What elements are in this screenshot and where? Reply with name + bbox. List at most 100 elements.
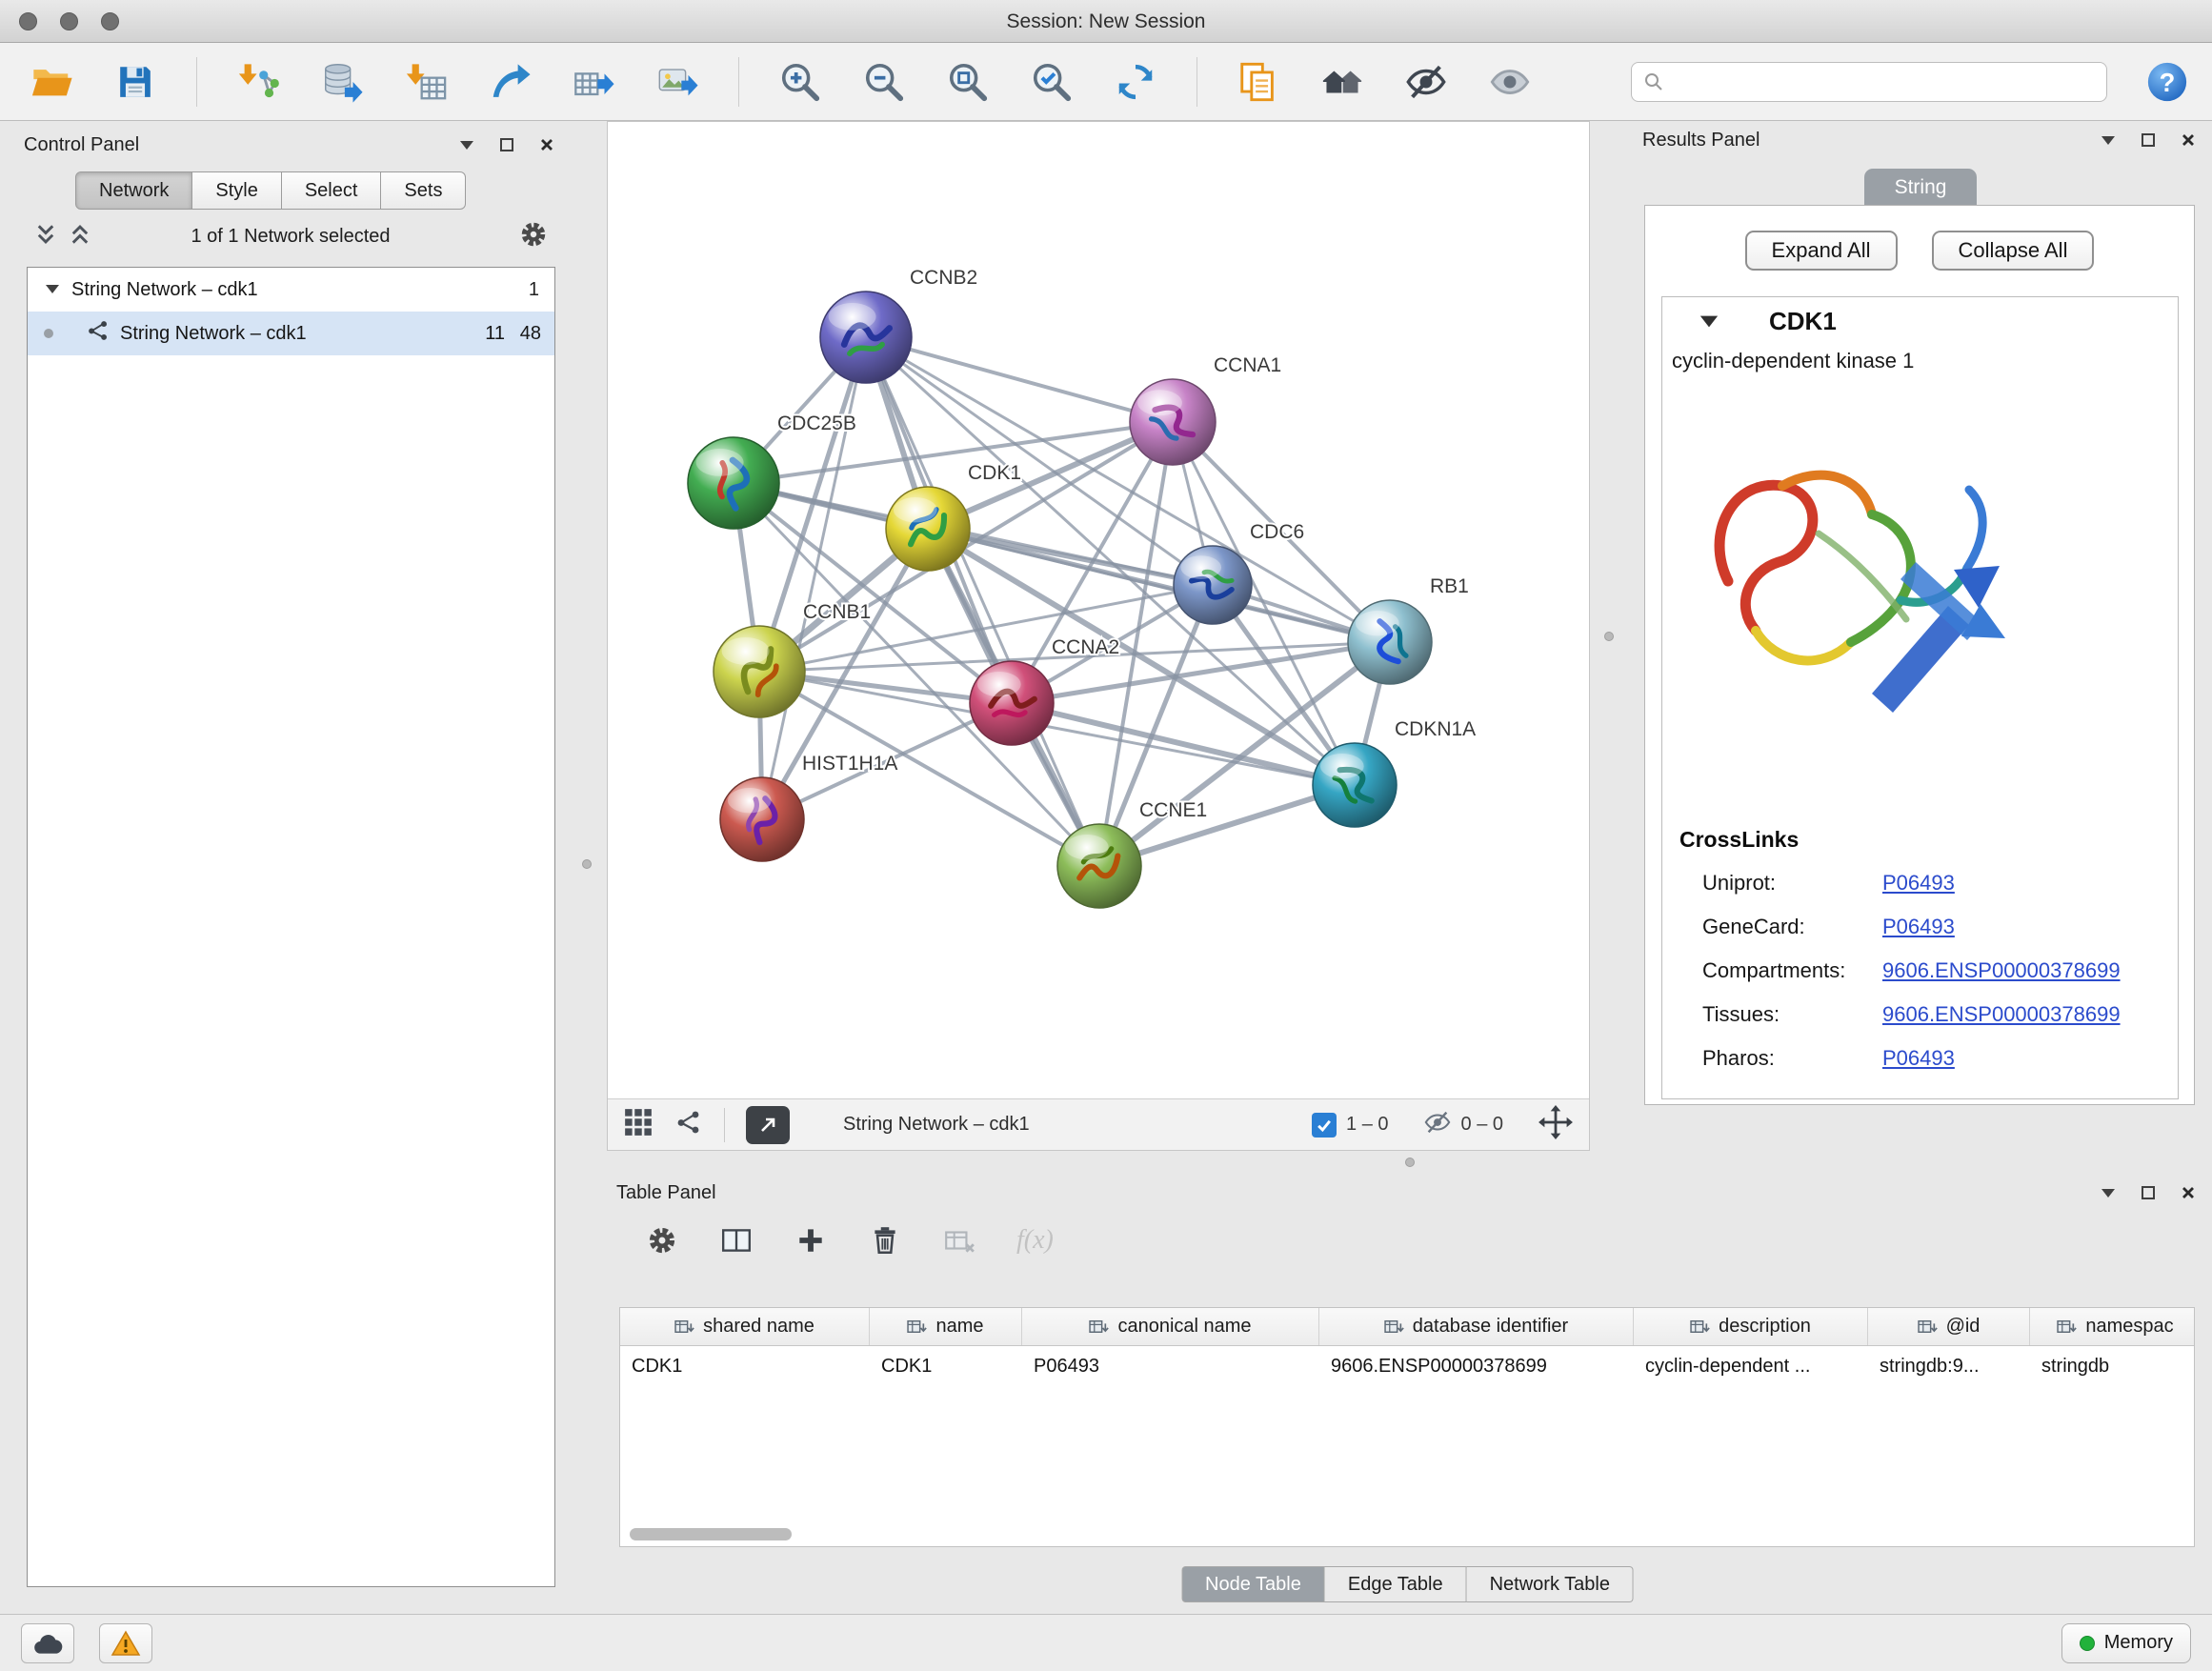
share-network-icon[interactable]: [674, 1108, 703, 1141]
collapse-all-button[interactable]: Collapse All: [1932, 231, 2095, 271]
hide-selected-button[interactable]: [1403, 55, 1449, 109]
open-session-button[interactable]: [29, 55, 74, 109]
import-table-button[interactable]: [403, 55, 449, 109]
table-cell[interactable]: stringdb:9...: [1868, 1356, 2030, 1378]
horizontal-splitter-handle[interactable]: [1405, 1158, 1415, 1167]
protein-section-header[interactable]: CDK1: [1662, 297, 2178, 345]
table-cell[interactable]: P06493: [1022, 1356, 1319, 1378]
network-node-hist1h1a[interactable]: HIST1H1A: [720, 753, 897, 861]
float-panel-icon[interactable]: [2138, 130, 2159, 151]
minimize-window-button[interactable]: [60, 12, 78, 30]
maximize-window-button[interactable]: [101, 12, 119, 30]
table-row[interactable]: CDK1 CDK1 P06493 9606.ENSP00000378699 cy…: [620, 1346, 2194, 1386]
refresh-layout-button[interactable]: [1113, 55, 1158, 109]
vertical-splitter-handle[interactable]: [1604, 632, 1614, 641]
column-header-id[interactable]: @id: [1868, 1308, 2030, 1345]
network-node-cdkn1a[interactable]: CDKN1A: [1313, 718, 1476, 827]
network-node-ccne1[interactable]: CCNE1: [1057, 799, 1207, 908]
open-in-new-window-button[interactable]: [746, 1106, 790, 1144]
expand-all-button[interactable]: Expand All: [1745, 231, 1898, 271]
crosslink-value-link[interactable]: P06493: [1882, 871, 1955, 896]
column-header-namespace[interactable]: namespac: [2030, 1308, 2195, 1345]
selected-checkbox[interactable]: [1312, 1113, 1337, 1137]
column-header-description[interactable]: description: [1634, 1308, 1868, 1345]
panel-menu-icon[interactable]: [2098, 130, 2119, 151]
table-cell[interactable]: cyclin-dependent ...: [1634, 1356, 1868, 1378]
crosslink-label: Tissues:: [1702, 1002, 1882, 1027]
disclosure-triangle-icon[interactable]: [45, 279, 60, 301]
tab-style[interactable]: Style: [192, 171, 281, 210]
memory-button[interactable]: Memory: [2061, 1623, 2191, 1663]
close-panel-icon[interactable]: [2178, 1182, 2199, 1203]
crosslink-value-link[interactable]: P06493: [1882, 915, 1955, 939]
float-panel-icon[interactable]: [496, 134, 517, 155]
network-node-ccnb1[interactable]: CCNB1: [714, 601, 871, 717]
close-panel-icon[interactable]: [536, 134, 557, 155]
zoom-selected-button[interactable]: [1029, 55, 1075, 109]
warnings-button[interactable]: [99, 1623, 152, 1663]
tab-network-table[interactable]: Network Table: [1467, 1566, 1634, 1602]
delete-column-trash-icon[interactable]: [868, 1223, 902, 1258]
network-node-ccnb2[interactable]: CCNB2: [820, 267, 977, 383]
crosslink-value-link[interactable]: 9606.ENSP00000378699: [1882, 958, 2121, 983]
table-options-gear-icon[interactable]: [645, 1223, 679, 1258]
network-node-rb1[interactable]: RB1: [1348, 575, 1469, 684]
birdseye-grid-icon[interactable]: [623, 1107, 654, 1142]
tab-network[interactable]: Network: [75, 171, 192, 210]
crosslink-value-link[interactable]: 9606.ENSP00000378699: [1882, 1002, 2121, 1027]
table-cell[interactable]: stringdb: [2030, 1356, 2195, 1378]
tab-select[interactable]: Select: [282, 171, 382, 210]
table-cell[interactable]: 9606.ENSP00000378699: [1319, 1356, 1634, 1378]
network-collection-row[interactable]: String Network – cdk1 1: [28, 268, 554, 312]
network-row-selected[interactable]: String Network – cdk1 11 48: [28, 312, 554, 355]
export-image-button[interactable]: [654, 55, 700, 109]
tab-node-table[interactable]: Node Table: [1181, 1566, 1325, 1602]
expand-all-icon[interactable]: [68, 222, 92, 252]
main-toolbar: ?: [0, 43, 2212, 121]
float-panel-icon[interactable]: [2138, 1182, 2159, 1203]
table-cell[interactable]: CDK1: [870, 1356, 1022, 1378]
close-panel-icon[interactable]: [2178, 130, 2199, 151]
table-cell[interactable]: CDK1: [620, 1356, 870, 1378]
first-neighbors-button[interactable]: [1319, 55, 1365, 109]
network-options-gear-icon[interactable]: [519, 220, 548, 253]
network-canvas[interactable]: CCNB2CCNA1CDC25BCDK1CDC6RB1CCNB1CCNA2CDK…: [608, 122, 1591, 1100]
crosslink-value-link[interactable]: P06493: [1882, 1046, 1955, 1071]
show-columns-icon[interactable]: [719, 1223, 754, 1258]
horizontal-scrollbar-thumb[interactable]: [630, 1528, 792, 1540]
disclosure-triangle-icon[interactable]: [1699, 313, 1719, 330]
column-header-name[interactable]: name: [870, 1308, 1022, 1345]
hidden-eye-slash-icon[interactable]: [1423, 1108, 1452, 1141]
help-button[interactable]: ?: [2145, 60, 2189, 104]
panel-menu-icon[interactable]: [2098, 1182, 2119, 1203]
import-network-from-database-button[interactable]: [319, 55, 365, 109]
tab-edge-table[interactable]: Edge Table: [1325, 1566, 1467, 1602]
network-node-label: CCNB1: [803, 601, 871, 623]
column-header-shared-name[interactable]: shared name: [620, 1308, 870, 1345]
save-session-button[interactable]: [112, 55, 158, 109]
show-all-button[interactable]: [1487, 55, 1533, 109]
import-network-from-file-button[interactable]: [235, 55, 281, 109]
network-node-cdk1[interactable]: CDK1: [886, 462, 1021, 571]
panel-menu-icon[interactable]: [456, 134, 477, 155]
new-network-from-selection-button[interactable]: [487, 55, 533, 109]
column-header-canonical-name[interactable]: canonical name: [1022, 1308, 1319, 1345]
import-table-icon: [404, 60, 448, 104]
collapse-all-icon[interactable]: [33, 222, 58, 252]
results-tab-string[interactable]: String: [1864, 169, 1977, 207]
zoom-out-button[interactable]: [861, 55, 907, 109]
control-panel-header: Control Panel: [14, 126, 567, 164]
zoom-in-button[interactable]: [777, 55, 823, 109]
cloud-button[interactable]: [21, 1623, 74, 1663]
column-header-database-identifier[interactable]: database identifier: [1319, 1308, 1634, 1345]
close-window-button[interactable]: [19, 12, 37, 30]
export-table-button[interactable]: [571, 55, 616, 109]
network-node-ccna1[interactable]: CCNA1: [1130, 354, 1281, 465]
search-input[interactable]: [1672, 70, 2095, 92]
zoom-fit-button[interactable]: [945, 55, 991, 109]
add-column-icon[interactable]: [794, 1223, 828, 1258]
copy-view-button[interactable]: [1236, 55, 1281, 109]
pan-crosshair-icon[interactable]: [1538, 1104, 1574, 1145]
vertical-splitter-handle[interactable]: [582, 859, 592, 869]
tab-sets[interactable]: Sets: [381, 171, 466, 210]
